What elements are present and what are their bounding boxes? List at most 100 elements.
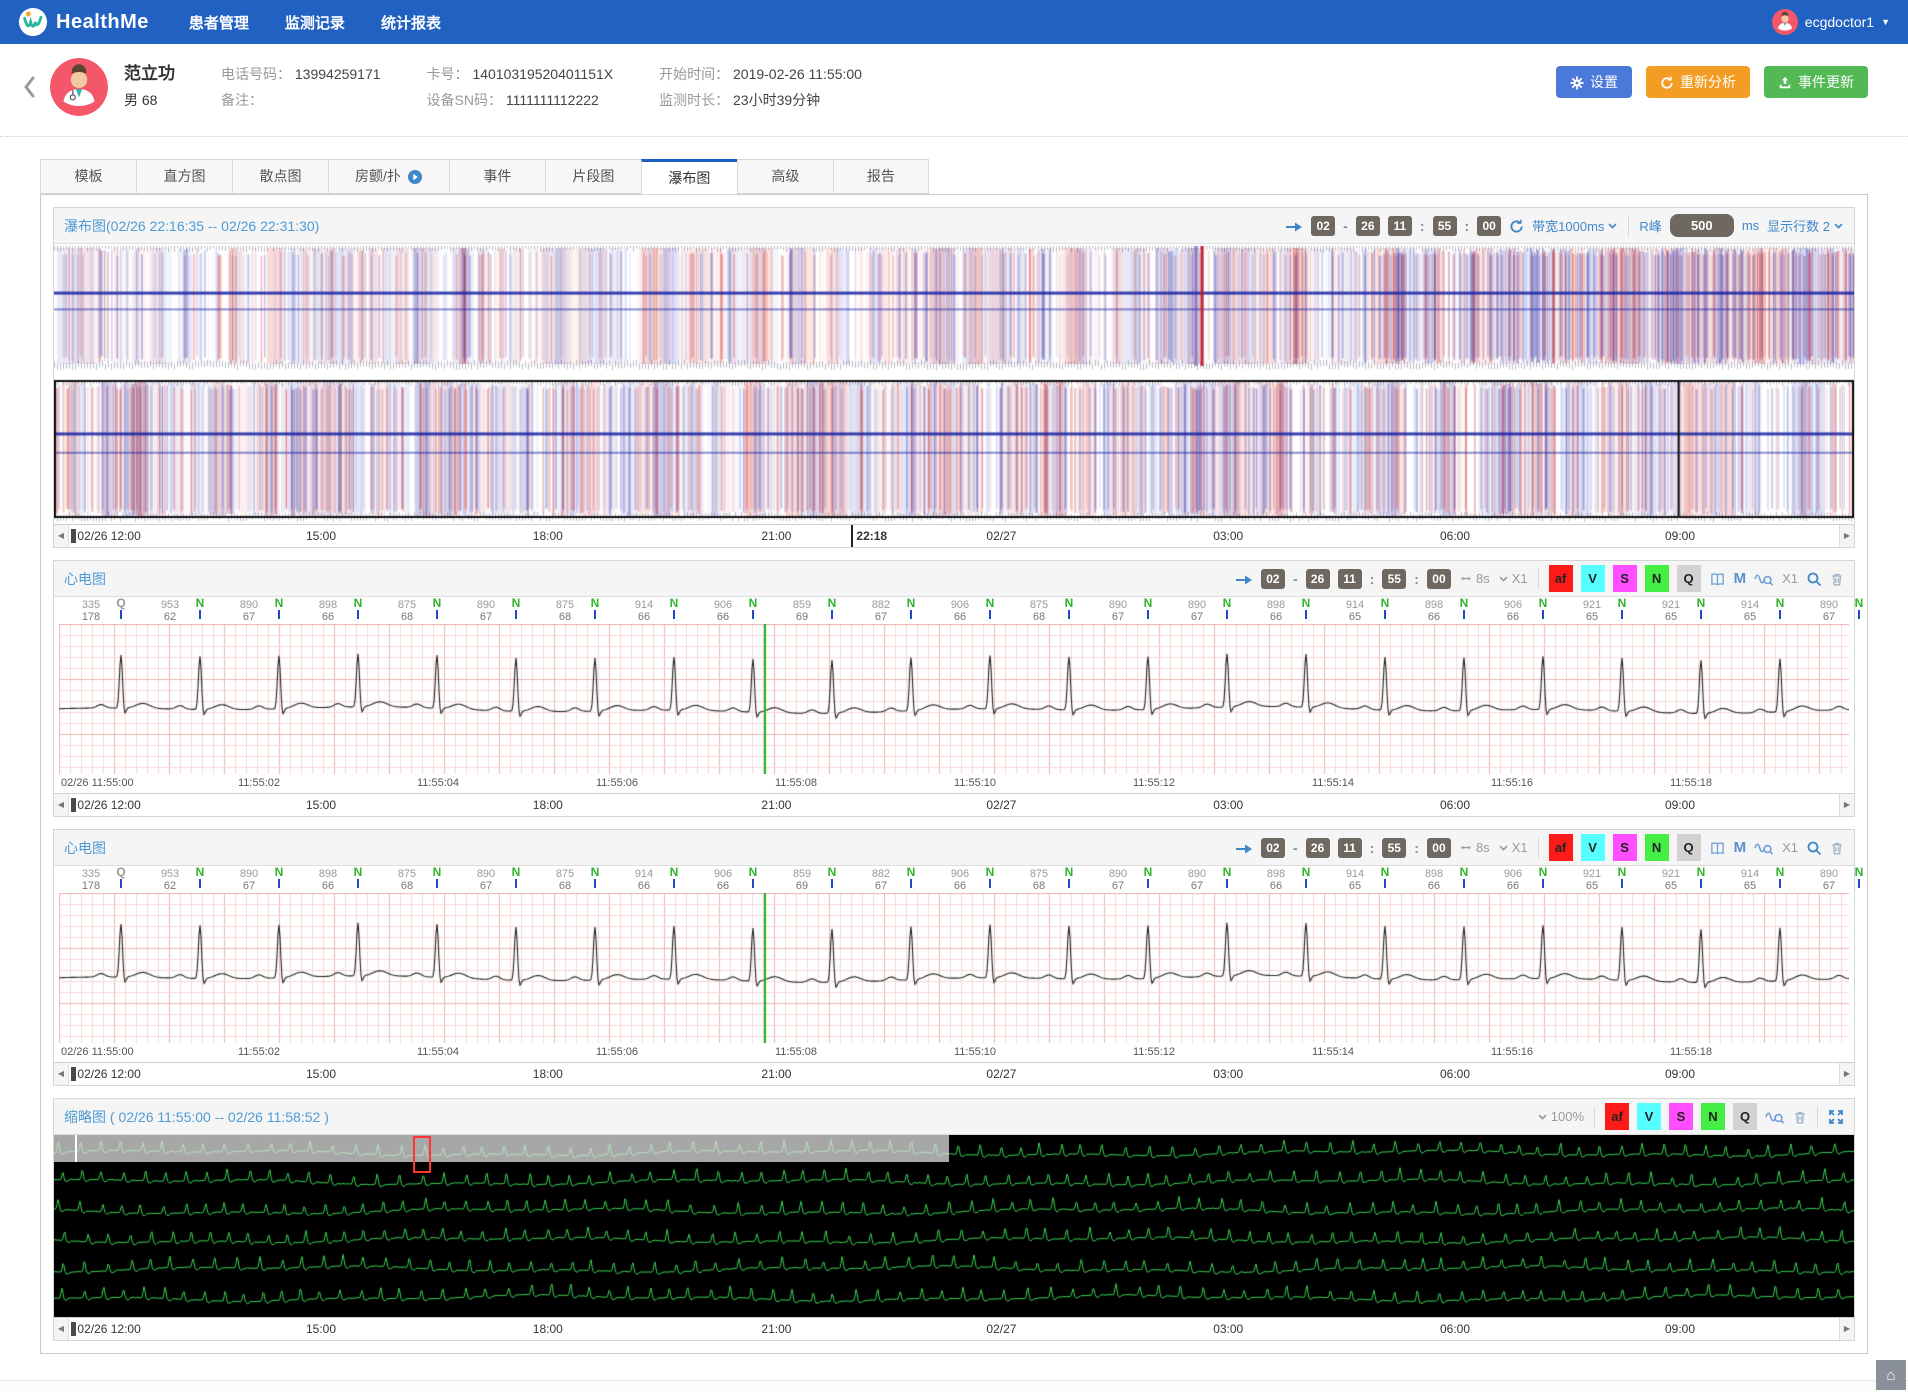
trash-icon[interactable] xyxy=(1830,839,1844,856)
ecg-second-box[interactable]: 00 xyxy=(1427,569,1451,589)
book-icon[interactable] xyxy=(1709,839,1726,856)
nav-item-records[interactable]: 监测记录 xyxy=(285,12,345,33)
beat-type-marker[interactable]: N xyxy=(193,598,207,619)
chip-af[interactable]: af xyxy=(1549,834,1573,861)
beat-type-marker[interactable]: N xyxy=(1615,598,1629,619)
chip-q[interactable]: Q xyxy=(1677,834,1701,861)
beat-type-marker[interactable]: Q xyxy=(114,867,128,888)
beat-type-marker[interactable]: N xyxy=(351,598,365,619)
back-button[interactable] xyxy=(14,67,44,107)
beat-type-marker[interactable]: N xyxy=(1852,598,1866,619)
chip-q[interactable]: Q xyxy=(1733,1103,1757,1130)
axis-scrollbar-thumb[interactable] xyxy=(71,529,76,543)
book-icon[interactable] xyxy=(1709,570,1726,587)
beat-type-marker[interactable]: N xyxy=(1141,867,1155,888)
beat-type-marker[interactable]: N xyxy=(1378,867,1392,888)
wave-search-icon[interactable] xyxy=(1754,839,1774,856)
beat-type-marker[interactable]: N xyxy=(1773,867,1787,888)
beat-type-marker[interactable]: N xyxy=(1378,598,1392,619)
beat-type-marker[interactable]: N xyxy=(1773,598,1787,619)
wf-day-box[interactable]: 26 xyxy=(1356,216,1380,236)
settings-button[interactable]: 设置 xyxy=(1556,66,1632,98)
waterfall-plot[interactable] xyxy=(54,244,1854,524)
expand-icon[interactable] xyxy=(1828,1108,1844,1125)
beat-type-marker[interactable]: N xyxy=(193,867,207,888)
tab-advanced[interactable]: 高级 xyxy=(737,159,833,194)
beat-type-marker[interactable]: N xyxy=(1536,867,1550,888)
beat-type-marker[interactable]: N xyxy=(825,867,839,888)
back-to-top-button[interactable]: ⌂ xyxy=(1876,1360,1906,1390)
rows-select[interactable]: 显示行数 2 xyxy=(1767,216,1844,235)
beat-type-marker[interactable]: N xyxy=(667,598,681,619)
chip-n[interactable]: N xyxy=(1701,1103,1725,1130)
nav-item-reports[interactable]: 统计报表 xyxy=(381,12,441,33)
play-icon[interactable] xyxy=(407,160,423,193)
ecg-minute-box[interactable]: 55 xyxy=(1382,569,1406,589)
chip-v[interactable]: V xyxy=(1637,1103,1661,1130)
beat-type-marker[interactable]: N xyxy=(430,867,444,888)
zoom-level-label[interactable]: X1 xyxy=(1782,571,1798,586)
tab-afib[interactable]: 房颤/扑 xyxy=(328,159,449,194)
axis-scroll-right[interactable]: ▶ xyxy=(1839,1063,1854,1085)
beat-type-marker[interactable]: N xyxy=(904,598,918,619)
beat-type-marker[interactable]: N xyxy=(1062,598,1076,619)
beat-type-marker[interactable]: N xyxy=(588,867,602,888)
reanalyze-button[interactable]: 重新分析 xyxy=(1646,66,1750,98)
ecg-month-box[interactable]: 02 xyxy=(1261,838,1285,858)
beat-type-marker[interactable]: N xyxy=(1299,867,1313,888)
ecg-day-box[interactable]: 26 xyxy=(1306,838,1330,858)
jump-arrow-icon[interactable] xyxy=(1235,839,1253,855)
window-width-select[interactable]: 8s xyxy=(1459,840,1490,855)
chip-af[interactable]: af xyxy=(1605,1103,1629,1130)
beat-type-marker[interactable]: N xyxy=(1220,598,1234,619)
beat-type-marker[interactable]: N xyxy=(1694,867,1708,888)
beat-type-marker[interactable]: N xyxy=(272,598,286,619)
beat-type-marker[interactable]: Q xyxy=(114,598,128,619)
beat-type-marker[interactable]: N xyxy=(1141,598,1155,619)
beat-type-marker[interactable]: N xyxy=(667,867,681,888)
tab-waterfall[interactable]: 瀑布图 xyxy=(641,159,737,195)
chip-n[interactable]: N xyxy=(1645,834,1669,861)
ecg-strip[interactable] xyxy=(59,624,1849,774)
jump-arrow-icon[interactable] xyxy=(1235,570,1253,586)
axis-scrollbar-thumb[interactable] xyxy=(71,1322,76,1336)
wf-month-box[interactable]: 02 xyxy=(1311,216,1335,236)
tab-report[interactable]: 报告 xyxy=(833,159,929,194)
thumb-time-axis[interactable]: ◀02/26 12:0015:0018:0021:0002/2703:0006:… xyxy=(54,1317,1854,1340)
axis-scrollbar-thumb[interactable] xyxy=(71,1067,76,1081)
axis-scroll-left[interactable]: ◀ xyxy=(54,1318,69,1340)
wave-search-icon[interactable] xyxy=(1754,570,1774,587)
thumb-view-band[interactable] xyxy=(54,1135,949,1162)
axis-scroll-right[interactable]: ▶ xyxy=(1839,1318,1854,1340)
beat-type-marker[interactable]: N xyxy=(825,598,839,619)
beat-type-marker[interactable]: N xyxy=(983,867,997,888)
trash-icon[interactable] xyxy=(1793,1108,1807,1125)
ecg-minute-box[interactable]: 55 xyxy=(1382,838,1406,858)
beat-type-marker[interactable]: N xyxy=(1220,867,1234,888)
chip-s[interactable]: S xyxy=(1613,834,1637,861)
ecg-time-axis[interactable]: ◀02/26 12:0015:0018:0021:0002/2703:0006:… xyxy=(54,793,1854,816)
brand[interactable]: HealthMe xyxy=(18,7,149,37)
beat-type-marker[interactable]: N xyxy=(904,867,918,888)
ecg-month-box[interactable]: 02 xyxy=(1261,569,1285,589)
thumb-zoom-select[interactable]: 100% xyxy=(1537,1109,1584,1124)
beat-type-marker[interactable]: N xyxy=(351,867,365,888)
wf-second-box[interactable]: 00 xyxy=(1477,216,1501,236)
ecg-hour-box[interactable]: 11 xyxy=(1338,569,1362,589)
tab-events[interactable]: 事件 xyxy=(449,159,545,194)
ecg-day-box[interactable]: 26 xyxy=(1306,569,1330,589)
chip-af[interactable]: af xyxy=(1549,565,1573,592)
beat-type-marker[interactable]: N xyxy=(509,867,523,888)
beat-type-marker[interactable]: N xyxy=(588,598,602,619)
axis-scroll-right[interactable]: ▶ xyxy=(1839,794,1854,816)
ecg-time-axis[interactable]: ◀02/26 12:0015:0018:0021:0002/2703:0006:… xyxy=(54,1062,1854,1085)
tab-scatter[interactable]: 散点图 xyxy=(232,159,328,194)
window-width-select[interactable]: 8s xyxy=(1459,571,1490,586)
beat-type-marker[interactable]: N xyxy=(983,598,997,619)
thumbnail-plot[interactable] xyxy=(54,1135,1854,1317)
beat-type-marker[interactable]: N xyxy=(1615,867,1629,888)
gain-select[interactable]: X1 xyxy=(1498,840,1528,855)
axis-scrollbar-thumb[interactable] xyxy=(71,798,76,812)
tab-segments[interactable]: 片段图 xyxy=(545,159,641,194)
chip-q[interactable]: Q xyxy=(1677,565,1701,592)
